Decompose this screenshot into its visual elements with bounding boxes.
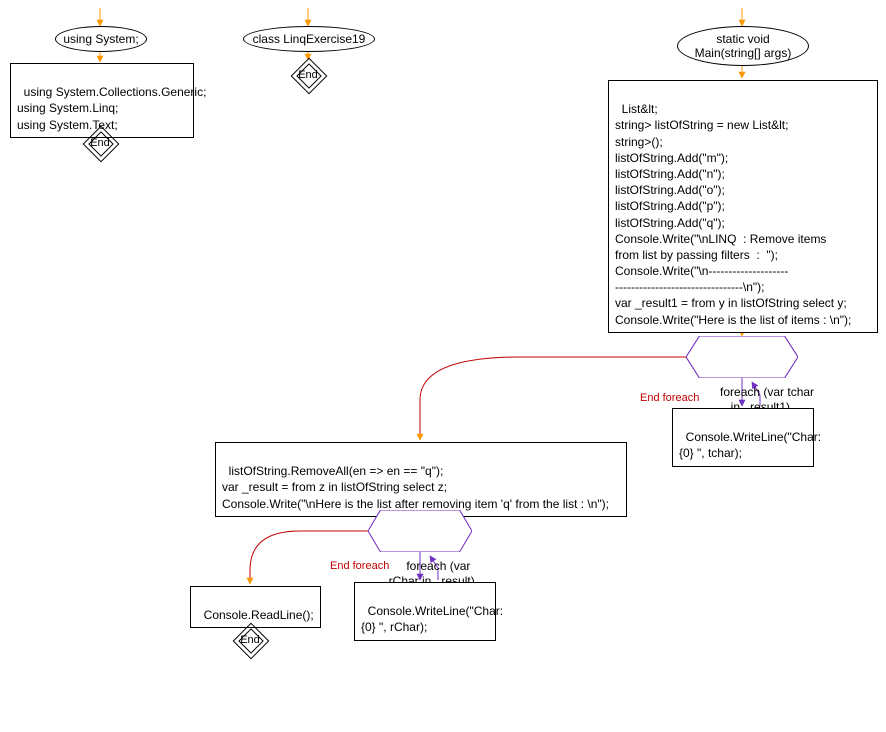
- label: using System;: [63, 32, 138, 46]
- end-label: End: [293, 60, 323, 90]
- loop-foreach-1: foreach (var tchar in _result1): [686, 336, 798, 378]
- terminal-class: class LinqExercise19: [243, 26, 375, 52]
- end-label: End: [85, 128, 115, 158]
- end-label: End: [235, 625, 265, 655]
- end-terminator-3: End: [235, 625, 265, 655]
- terminal-main: static void Main(string[] args): [677, 26, 809, 66]
- process-main-body: List&lt; string> listOfString = new List…: [608, 80, 878, 333]
- label: Console.WriteLine("Char: {0} ", tchar);: [679, 430, 821, 460]
- label: List&lt; string> listOfString = new List…: [615, 102, 851, 326]
- process-readline: Console.ReadLine();: [190, 586, 321, 628]
- process-remove-all: listOfString.RemoveAll(en => en == "q");…: [215, 442, 627, 517]
- loop-foreach-2: foreach (var rChar in _result): [368, 510, 472, 552]
- label: Console.ReadLine();: [204, 608, 314, 622]
- process-foreach1-body: Console.WriteLine("Char: {0} ", tchar);: [672, 408, 814, 467]
- label: Console.WriteLine("Char: {0} ", rChar);: [361, 604, 503, 634]
- label: class LinqExercise19: [253, 32, 366, 46]
- label-end-foreach-1: End foreach: [640, 392, 699, 404]
- label: using System.Collections.Generic; using …: [17, 85, 206, 131]
- terminal-using-system: using System;: [55, 26, 147, 52]
- label: static void Main(string[] args): [695, 32, 792, 61]
- label-end-foreach-2: End foreach: [330, 560, 389, 572]
- end-terminator-1: End: [85, 128, 115, 158]
- label: listOfString.RemoveAll(en => en == "q");…: [222, 464, 609, 510]
- process-foreach2-body: Console.WriteLine("Char: {0} ", rChar);: [354, 582, 496, 641]
- end-terminator-2: End: [293, 60, 323, 90]
